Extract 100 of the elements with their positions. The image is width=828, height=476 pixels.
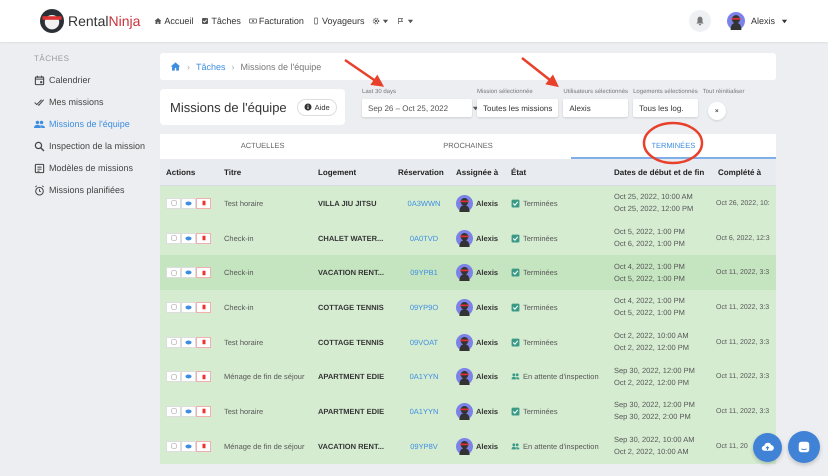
square-icon	[170, 200, 176, 206]
delete-button[interactable]	[196, 267, 211, 278]
sidebar-item[interactable]: Modèles de missions	[34, 157, 160, 179]
delete-button[interactable]	[196, 232, 211, 244]
sidebar-item[interactable]: Inspection de la mission	[34, 135, 160, 157]
user-menu[interactable]: Alexis	[726, 12, 788, 30]
brand-name[interactable]: RentalNinja	[68, 13, 140, 29]
phone-icon	[312, 17, 320, 25]
nav-menu[interactable]	[397, 17, 414, 25]
view-button[interactable]	[181, 336, 196, 348]
arrow-annotation	[521, 57, 559, 88]
chat-button[interactable]	[788, 431, 820, 463]
square-icon	[170, 270, 176, 276]
search-icon	[34, 140, 45, 152]
square-icon	[170, 339, 176, 346]
view-button[interactable]	[181, 406, 196, 417]
nav-menu[interactable]	[372, 17, 390, 25]
eye-icon	[185, 200, 192, 207]
caret-icon	[781, 18, 788, 24]
checkbox-icon	[511, 302, 520, 312]
sidebar-item[interactable]: Mes missions	[34, 91, 160, 113]
avatar-icon	[456, 334, 473, 351]
delete-button[interactable]	[196, 406, 211, 417]
trash-icon	[200, 200, 206, 206]
filter-button[interactable]: Toutes les missions	[477, 99, 558, 117]
view-button[interactable]	[181, 198, 196, 209]
select-checkbox[interactable]	[166, 267, 181, 278]
square-icon	[170, 408, 176, 414]
sidebar-item[interactable]: Calendrier	[34, 69, 160, 91]
page-title: Missions de l'équipe	[170, 100, 287, 114]
eye-icon	[185, 304, 192, 311]
delete-button[interactable]	[196, 198, 211, 209]
checkbox-icon	[511, 198, 520, 208]
breadcrumb-separator: ›	[232, 62, 235, 72]
column-header: Dates de début et de fin	[608, 159, 712, 186]
select-checkbox[interactable]	[166, 336, 181, 348]
select-checkbox[interactable]	[166, 406, 181, 417]
select-checkbox[interactable]	[166, 440, 181, 452]
home-icon	[154, 17, 162, 25]
square-icon	[170, 374, 176, 380]
filter-button[interactable]: Alexis	[563, 99, 628, 117]
sidebar-item[interactable]: Missions planifiées	[34, 179, 160, 201]
eye-icon	[185, 269, 192, 276]
column-header: Titre	[218, 159, 312, 186]
view-button[interactable]	[181, 302, 196, 313]
caret-icon	[407, 18, 414, 24]
trash-icon	[200, 374, 206, 380]
delete-button[interactable]	[196, 371, 211, 382]
bell-icon	[694, 16, 705, 26]
nav-link[interactable]: Accueil	[154, 16, 194, 26]
calendar-icon	[34, 74, 45, 86]
select-checkbox[interactable]	[166, 371, 181, 382]
delete-button[interactable]	[196, 440, 211, 452]
eye-icon	[185, 234, 192, 242]
nav-link[interactable]: Voyageurs	[312, 16, 364, 26]
caret-icon	[382, 18, 390, 24]
checkbox-icon	[201, 17, 210, 25]
select-checkbox[interactable]	[166, 232, 181, 244]
eye-icon	[185, 442, 192, 450]
home-link[interactable]	[170, 61, 181, 72]
alarm-clock-icon	[34, 184, 45, 196]
view-button[interactable]	[181, 232, 196, 244]
people-icon	[511, 442, 520, 451]
square-icon	[170, 443, 176, 450]
view-button[interactable]	[181, 371, 196, 382]
checkbox-icon	[511, 406, 520, 416]
column-header: Assignée à	[450, 159, 505, 186]
trash-icon	[200, 235, 206, 242]
avatar-icon	[456, 368, 473, 386]
checkbox-icon	[511, 268, 520, 278]
column-header: Logement	[312, 159, 392, 186]
notification-button[interactable]	[688, 10, 711, 32]
square-icon	[170, 235, 176, 242]
settings-icon	[372, 17, 380, 25]
arrow-annotation	[344, 58, 384, 87]
view-button[interactable]	[181, 440, 196, 452]
column-header: Complété à	[712, 159, 776, 186]
info-icon	[304, 103, 312, 111]
logo-icon	[40, 9, 64, 33]
select-checkbox[interactable]	[166, 198, 181, 209]
avatar-icon	[456, 438, 473, 455]
delete-button[interactable]	[196, 336, 211, 348]
document-icon	[34, 162, 45, 174]
avatar-icon	[456, 402, 473, 420]
trash-icon	[200, 270, 206, 276]
nav-link[interactable]: Tâches	[201, 16, 241, 26]
people-icon	[34, 118, 45, 130]
trash-icon	[200, 304, 206, 310]
checkbox-icon	[511, 338, 520, 347]
filter-button[interactable]: Tous les log.	[633, 99, 698, 117]
checkbox-icon	[511, 234, 520, 243]
delete-button[interactable]	[196, 302, 211, 313]
chat-icon	[797, 440, 811, 454]
view-button[interactable]	[181, 267, 196, 278]
nav-link[interactable]: Facturation	[248, 16, 304, 26]
trash-icon	[200, 408, 206, 414]
avatar-icon	[726, 12, 745, 30]
eye-icon	[185, 408, 192, 415]
double-check-icon	[34, 96, 45, 108]
select-checkbox[interactable]	[166, 302, 181, 313]
